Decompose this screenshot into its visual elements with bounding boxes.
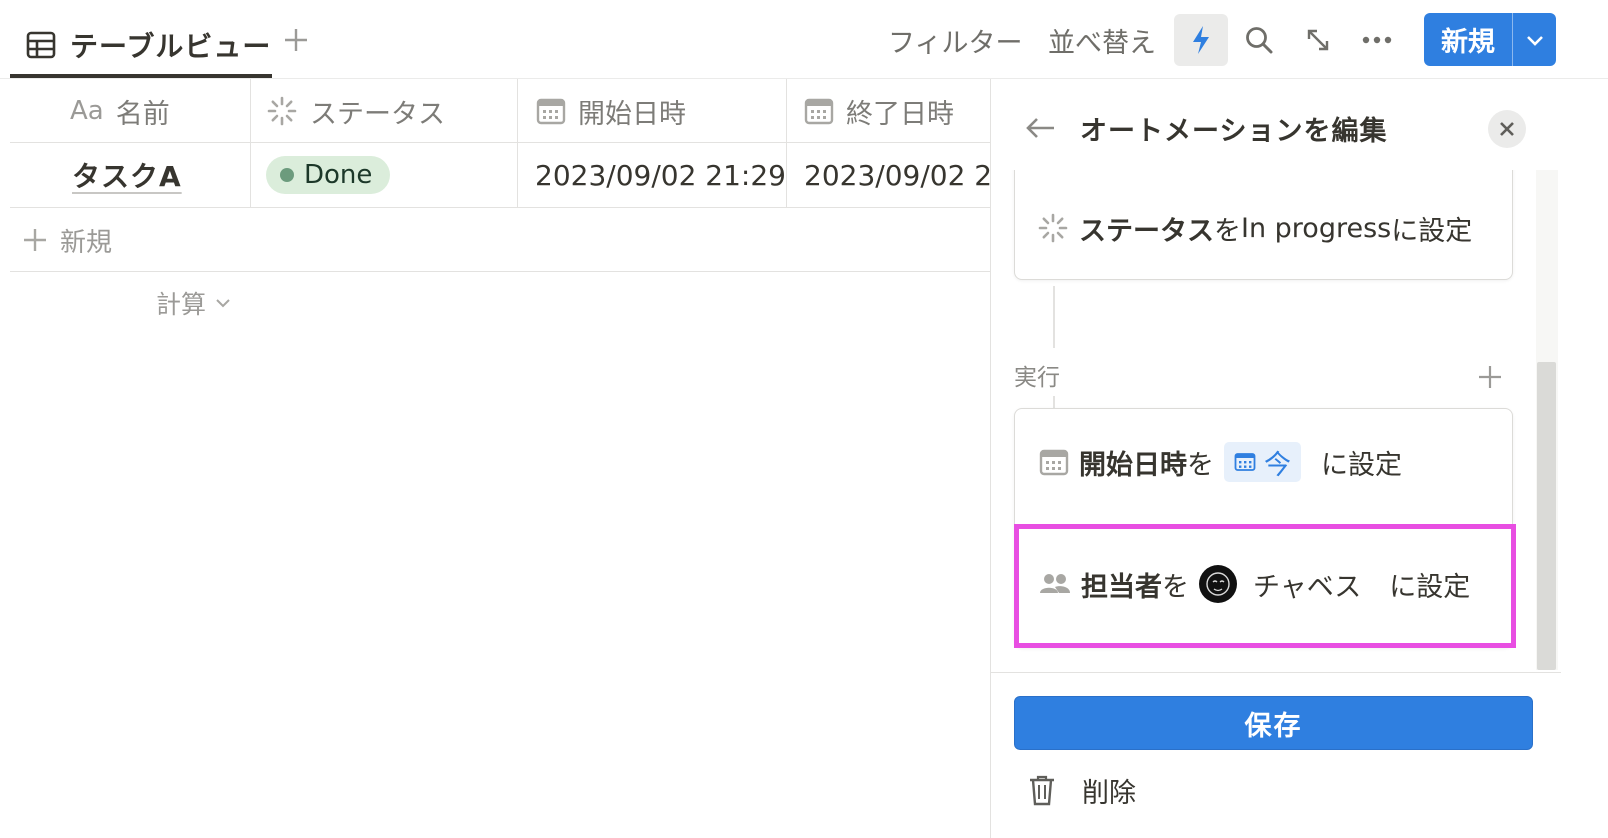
status-spinner-icon bbox=[1037, 212, 1069, 244]
add-action-plus-icon[interactable] bbox=[1470, 357, 1510, 397]
delete-button[interactable]: 削除 bbox=[1028, 766, 1136, 814]
footer-divider bbox=[991, 672, 1561, 673]
start-date-cell[interactable]: 2023/09/02 21:29 bbox=[535, 145, 786, 205]
column-header-label: ステータス bbox=[310, 98, 445, 130]
status-badge[interactable]: Done bbox=[266, 156, 391, 194]
status-spinner-icon bbox=[266, 95, 298, 127]
trigger-mid: を bbox=[1214, 215, 1241, 247]
sort-button[interactable]: 並べ替え bbox=[1048, 20, 1156, 60]
new-button-group: 新規 bbox=[1424, 13, 1556, 66]
trigger-row: ステータス を In progress に設定 bbox=[1037, 205, 1472, 251]
new-button[interactable]: 新規 bbox=[1424, 13, 1512, 66]
now-value-label: 今 bbox=[1264, 449, 1291, 481]
automation-bolt-icon[interactable] bbox=[1174, 14, 1228, 66]
trash-icon bbox=[1028, 774, 1056, 806]
column-header-start[interactable]: 開始日時 bbox=[536, 80, 686, 142]
calendar-icon bbox=[536, 97, 566, 125]
status-label: Done bbox=[304, 160, 373, 190]
close-icon[interactable] bbox=[1488, 110, 1526, 148]
search-icon[interactable] bbox=[1232, 14, 1286, 66]
header-row-divider bbox=[10, 142, 990, 143]
add-view-button[interactable] bbox=[278, 22, 314, 58]
tab-table-view[interactable]: テーブルビュー bbox=[10, 14, 287, 76]
add-row-label: 新規 bbox=[60, 227, 113, 258]
table-icon bbox=[26, 31, 56, 59]
chevron-down-icon[interactable] bbox=[1513, 13, 1556, 66]
highlight-box bbox=[1014, 524, 1516, 648]
column-header-status[interactable]: ステータス bbox=[266, 80, 445, 142]
chevron-down-icon bbox=[214, 297, 232, 309]
save-button[interactable]: 保存 bbox=[1014, 696, 1533, 750]
add-row-divider bbox=[10, 271, 990, 272]
back-arrow-icon[interactable] bbox=[1024, 116, 1056, 140]
column-header-label: 名前 bbox=[115, 98, 170, 130]
expand-icon[interactable] bbox=[1291, 14, 1345, 66]
table-row: タスクA 2023/09/02 21:29 2023/09/02 21:29 bbox=[10, 144, 990, 207]
calculate-label: 計算 bbox=[156, 290, 207, 319]
filter-button[interactable]: フィルター bbox=[888, 20, 1022, 60]
trigger-suffix: に設定 bbox=[1391, 215, 1473, 247]
end-date-cell[interactable]: 2023/09/02 21:29 bbox=[804, 145, 990, 205]
add-row-button[interactable]: 新規 bbox=[22, 218, 112, 262]
trigger-value: In progress bbox=[1241, 212, 1392, 244]
calendar-icon bbox=[1039, 448, 1069, 476]
calendar-icon bbox=[804, 97, 834, 125]
row-divider bbox=[10, 207, 990, 208]
column-header-name[interactable]: Aa 名前 bbox=[70, 80, 170, 142]
column-header-end[interactable]: 終了日時 bbox=[804, 80, 954, 142]
flow-connector bbox=[1053, 396, 1055, 408]
panel-title: オートメーションを編集 bbox=[1080, 115, 1388, 147]
action-suffix: に設定 bbox=[1321, 449, 1402, 481]
panel-divider bbox=[990, 79, 991, 838]
calculate-button[interactable]: 計算 bbox=[156, 283, 232, 323]
trigger-card[interactable]: ステータス を In progress に設定 bbox=[1014, 170, 1513, 280]
flow-connector bbox=[1053, 286, 1055, 348]
panel-header: オートメーションを編集 bbox=[1024, 104, 1387, 152]
text-property-icon: Aa bbox=[70, 96, 104, 126]
plus-icon bbox=[22, 227, 48, 253]
column-header-label: 終了日時 bbox=[846, 98, 954, 130]
trigger-property: ステータス bbox=[1079, 215, 1214, 247]
calendar-icon bbox=[1234, 452, 1256, 472]
status-dot bbox=[280, 168, 294, 182]
delete-label: 削除 bbox=[1082, 777, 1136, 809]
now-value-chip[interactable]: 今 bbox=[1224, 442, 1301, 482]
action-property: 開始日時 bbox=[1079, 449, 1187, 481]
action-row-start-date[interactable]: 開始日時 を 今 に設定 bbox=[1039, 439, 1402, 485]
task-name-cell[interactable]: タスクA bbox=[72, 145, 182, 205]
column-header-label: 開始日時 bbox=[578, 98, 686, 130]
toolbar-divider bbox=[0, 78, 1608, 79]
tab-label: テーブルビュー bbox=[70, 30, 272, 63]
trigger-card-clip: ステータス を In progress に設定 bbox=[1008, 170, 1528, 286]
actions-section-label: 実行 bbox=[1014, 365, 1060, 391]
more-options-icon[interactable] bbox=[1350, 14, 1404, 66]
scrollbar-thumb[interactable] bbox=[1537, 362, 1556, 670]
action-mid: を bbox=[1187, 449, 1214, 481]
